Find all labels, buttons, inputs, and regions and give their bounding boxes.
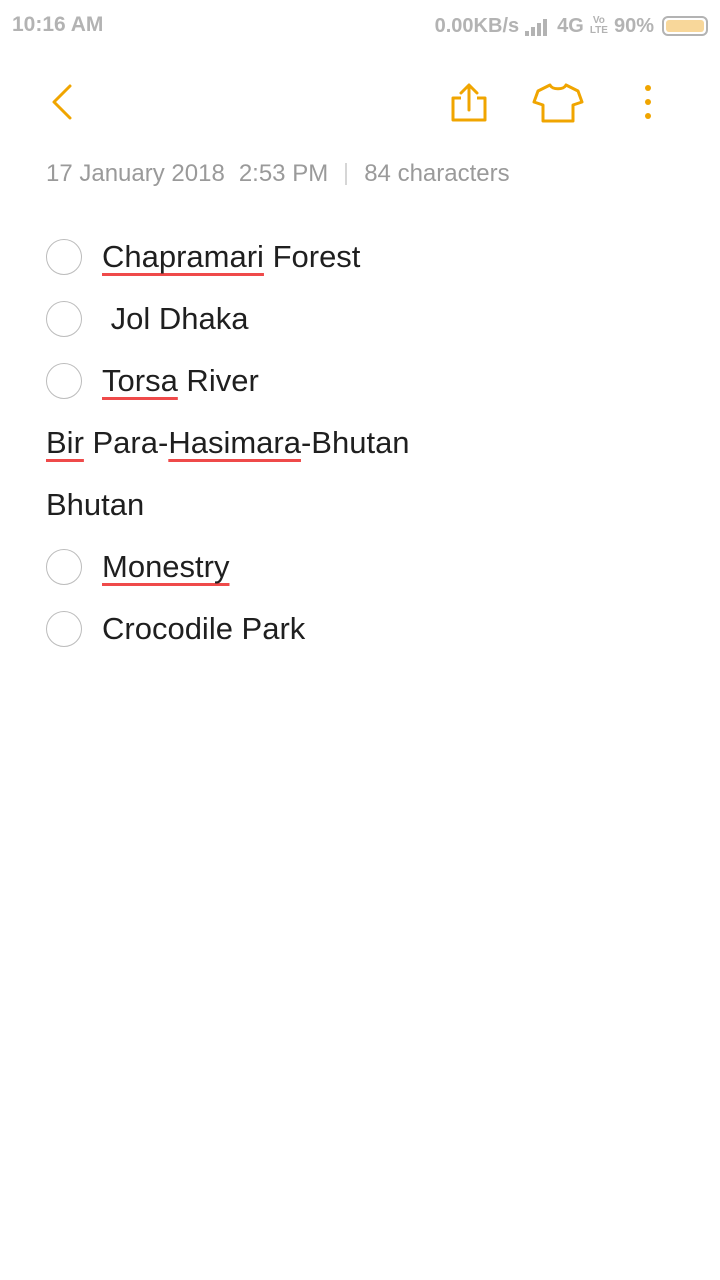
network-speed: 0.00KB/s bbox=[434, 14, 520, 37]
meta-divider bbox=[345, 163, 348, 185]
item-text: Chapramari Forest bbox=[102, 239, 360, 275]
checklist-item[interactable]: Jol Dhaka bbox=[46, 288, 686, 350]
tshirt-theme-icon bbox=[532, 83, 584, 123]
signal-icon bbox=[525, 16, 551, 36]
text-segment: River bbox=[177, 363, 259, 398]
note-date: 17 January 2018 bbox=[46, 160, 225, 187]
theme-button[interactable] bbox=[532, 82, 584, 124]
note-time: 2:53 PM bbox=[238, 160, 329, 187]
checkbox[interactable] bbox=[46, 239, 82, 275]
item-text: Bhutan bbox=[46, 487, 144, 523]
text-segment: Bhutan bbox=[46, 487, 145, 522]
more-vertical-icon bbox=[645, 85, 651, 119]
checkbox[interactable] bbox=[46, 549, 82, 585]
item-text: Jol Dhaka bbox=[102, 301, 249, 337]
item-text: Crocodile Park bbox=[102, 611, 305, 647]
back-chevron-icon bbox=[52, 84, 72, 120]
battery-icon bbox=[662, 16, 708, 36]
item-text: Monestry bbox=[102, 549, 229, 585]
text-segment: Forest bbox=[263, 239, 361, 274]
volte-icon: Vo LTE bbox=[590, 16, 608, 36]
misspelled-word: Hasimara bbox=[168, 425, 301, 460]
item-text: Bir Para-Hasimara-Bhutan bbox=[46, 425, 410, 461]
misspelled-word: Bir bbox=[46, 425, 84, 460]
text-segment: -Bhutan bbox=[300, 425, 410, 460]
share-icon bbox=[451, 83, 487, 122]
checklist-item[interactable]: Monestry bbox=[46, 536, 686, 598]
more-options-button[interactable] bbox=[636, 82, 660, 124]
checkbox[interactable] bbox=[46, 363, 82, 399]
text-segment: Jol Dhaka bbox=[102, 301, 249, 336]
text-segment: Crocodile Park bbox=[102, 611, 306, 646]
note-meta: 17 January 2018 2:53 PM 84 characters bbox=[46, 158, 510, 190]
status-time: 10:16 AM bbox=[12, 13, 104, 36]
item-text: Torsa River bbox=[102, 363, 259, 399]
misspelled-word: Torsa bbox=[102, 363, 178, 398]
back-button[interactable] bbox=[44, 82, 84, 122]
checkbox[interactable] bbox=[46, 301, 82, 337]
text-line[interactable]: Bir Para-Hasimara-Bhutan bbox=[46, 412, 686, 474]
misspelled-word: Monestry bbox=[102, 549, 230, 584]
character-count: 84 characters bbox=[364, 160, 510, 187]
status-indicators: 0.00KB/s 4G Vo LTE 90% bbox=[429, 12, 708, 40]
volte-bottom-label: LTE bbox=[589, 25, 608, 36]
misspelled-word: Chapramari bbox=[102, 239, 264, 274]
note-body[interactable]: Chapramari Forest Jol Dhaka Torsa River Bi… bbox=[46, 226, 686, 660]
note-toolbar bbox=[0, 72, 720, 132]
checklist-item[interactable]: Crocodile Park bbox=[46, 598, 686, 660]
network-type: 4G bbox=[557, 14, 584, 37]
checkbox[interactable] bbox=[46, 611, 82, 647]
checklist-item[interactable]: Chapramari Forest bbox=[46, 226, 686, 288]
share-button[interactable] bbox=[448, 82, 490, 124]
text-segment: Para- bbox=[83, 425, 169, 460]
checklist-item[interactable]: Torsa River bbox=[46, 350, 686, 412]
status-bar: 10:16 AM 0.00KB/s 4G Vo LTE 90% bbox=[0, 0, 720, 52]
battery-percent: 90% bbox=[613, 14, 654, 37]
text-line[interactable]: Bhutan bbox=[46, 474, 686, 536]
